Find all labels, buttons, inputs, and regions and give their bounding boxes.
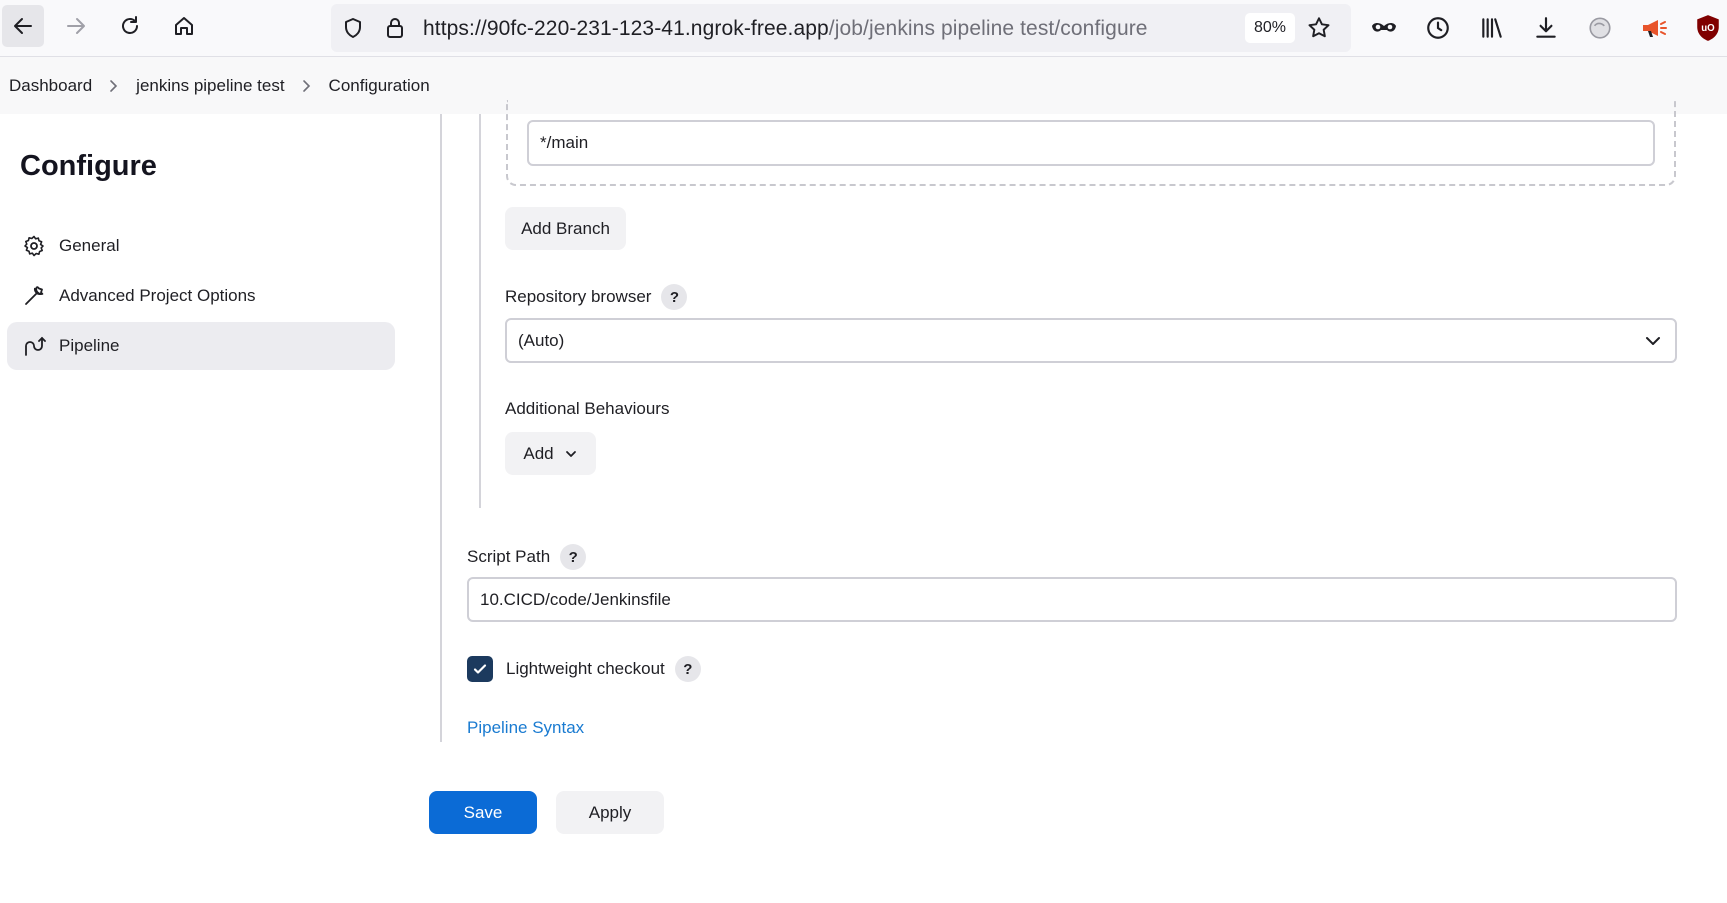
shield-icon[interactable] xyxy=(341,16,365,45)
lightweight-checkout-label-text[interactable]: Lightweight checkout xyxy=(506,659,665,679)
wrench-icon xyxy=(21,283,47,309)
breadcrumb-configuration[interactable]: Configuration xyxy=(329,76,430,96)
add-branch-button[interactable]: Add Branch xyxy=(505,207,626,250)
pipeline-icon xyxy=(21,333,47,359)
help-icon[interactable]: ? xyxy=(560,544,587,570)
history-clock-icon[interactable] xyxy=(1424,14,1452,42)
add-behaviour-button[interactable]: Add xyxy=(505,432,596,475)
private-mask-icon[interactable] xyxy=(1370,14,1398,42)
checkmark-icon xyxy=(473,664,487,674)
subsection-guide-line xyxy=(479,114,481,508)
reload-icon xyxy=(122,16,138,34)
branch-specifier-input[interactable]: */main xyxy=(527,120,1655,166)
breadcrumb-job[interactable]: jenkins pipeline test xyxy=(136,76,284,96)
add-button-label: Add xyxy=(523,443,554,463)
sidebar-item-pipeline[interactable]: Pipeline xyxy=(7,322,395,370)
gear-icon xyxy=(21,233,47,259)
lightweight-checkout-label: Lightweight checkout ? xyxy=(506,656,701,682)
lock-icon[interactable] xyxy=(383,16,407,45)
chevron-down-icon xyxy=(1643,331,1663,356)
home-icon xyxy=(175,17,193,35)
repository-browser-label: Repository browser ? xyxy=(505,284,688,310)
reload-button[interactable] xyxy=(109,5,151,47)
arrow-right-icon xyxy=(67,18,85,34)
additional-behaviours-label: Additional Behaviours xyxy=(505,399,670,418)
repository-browser-label-text: Repository browser xyxy=(505,287,652,306)
chevron-right-icon xyxy=(301,79,313,93)
help-icon[interactable]: ? xyxy=(661,284,688,310)
sidebar-item-general[interactable]: General xyxy=(7,222,395,270)
repository-browser-select[interactable]: (Auto) xyxy=(505,318,1677,363)
library-icon[interactable] xyxy=(1478,14,1506,42)
browser-toolbar: https://90fc-220-231-123-41.ngrok-free.a… xyxy=(0,0,1727,57)
script-path-label-text: Script Path xyxy=(467,547,551,566)
extension-icon[interactable] xyxy=(1586,14,1614,42)
save-button[interactable]: Save xyxy=(429,791,537,834)
svg-text:uO: uO xyxy=(1701,23,1715,34)
breadcrumb-dashboard[interactable]: Dashboard xyxy=(9,76,92,96)
sidebar-item-label: General xyxy=(59,236,120,255)
forward-button[interactable] xyxy=(55,5,97,47)
lightweight-checkout-checkbox[interactable] xyxy=(467,656,493,682)
script-path-label: Script Path ? xyxy=(467,544,587,570)
sidebar-item-advanced-project-options[interactable]: Advanced Project Options xyxy=(7,272,395,320)
back-button[interactable] xyxy=(2,5,44,47)
url-text[interactable]: https://90fc-220-231-123-41.ngrok-free.a… xyxy=(423,17,1148,41)
chevron-right-icon xyxy=(108,79,120,93)
url-bar[interactable]: https://90fc-220-231-123-41.ngrok-free.a… xyxy=(331,4,1351,52)
bookmark-star-icon[interactable] xyxy=(1306,15,1332,46)
script-path-input[interactable]: 10.CICD/code/Jenkinsfile xyxy=(467,577,1677,622)
zoom-level-badge[interactable]: 80% xyxy=(1245,13,1296,43)
ublock-shield-icon[interactable]: uO xyxy=(1694,14,1722,42)
sidebar-item-label: Pipeline xyxy=(59,336,120,355)
url-host: https://90fc-220-231-123-41.ngrok-free.a… xyxy=(423,17,829,40)
pipeline-syntax-link[interactable]: Pipeline Syntax xyxy=(467,718,584,738)
chevron-down-icon xyxy=(564,447,578,461)
help-icon[interactable]: ? xyxy=(674,656,701,682)
home-button[interactable] xyxy=(163,5,205,47)
arrow-left-icon xyxy=(14,18,32,34)
page-title: Configure xyxy=(20,150,157,182)
download-icon[interactable] xyxy=(1532,14,1560,42)
repository-browser-value: (Auto) xyxy=(518,330,565,350)
url-path: /job/jenkins pipeline test/configure xyxy=(828,17,1148,40)
apply-button[interactable]: Apply xyxy=(556,791,664,834)
sidebar-item-label: Advanced Project Options xyxy=(59,286,256,305)
megaphone-icon[interactable] xyxy=(1640,14,1668,42)
section-guide-line xyxy=(440,114,442,742)
